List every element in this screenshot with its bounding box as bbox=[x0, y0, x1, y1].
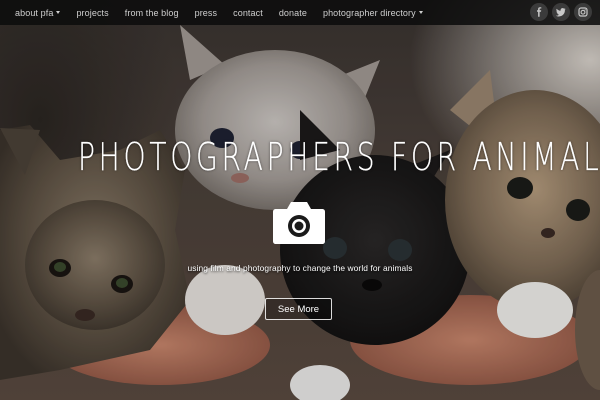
hero-tagline: using film and photography to change the… bbox=[187, 263, 413, 273]
social-links bbox=[526, 3, 592, 21]
facebook-icon[interactable] bbox=[530, 3, 548, 21]
nav-item-press[interactable]: press bbox=[195, 8, 218, 18]
nav-item-label: press bbox=[194, 7, 218, 18]
nav-item-donate[interactable]: donate bbox=[279, 8, 307, 18]
nav-item-label: photographer directory bbox=[322, 7, 416, 18]
nav-item-label: projects bbox=[76, 7, 109, 18]
nav-item-label: donate bbox=[278, 7, 307, 18]
twitter-icon[interactable] bbox=[552, 3, 570, 21]
camera-icon bbox=[272, 199, 326, 245]
nav-item-label: from the blog bbox=[124, 7, 179, 18]
caret-down-icon bbox=[56, 11, 61, 14]
nav-item-about-pfa[interactable]: about pfa bbox=[15, 7, 61, 18]
nav-item-label: about pfa bbox=[15, 7, 54, 18]
instagram-icon[interactable] bbox=[574, 3, 592, 21]
nav-item-label: contact bbox=[233, 7, 263, 18]
nav-item-contact[interactable]: contact bbox=[233, 8, 263, 18]
nav-item-from-the-blog[interactable]: from the blog bbox=[125, 8, 179, 18]
nav-item-photographer-directory[interactable]: photographer directory bbox=[323, 8, 423, 18]
see-more-button[interactable]: See More bbox=[265, 298, 332, 320]
nav-item-projects[interactable]: projects bbox=[76, 8, 108, 18]
nav-menu: about pfa projects from the blog press c… bbox=[0, 8, 439, 18]
top-navbar: about pfa projects from the blog press c… bbox=[0, 0, 600, 25]
site-title: PHOTOGRAPHERS FOR ANIMALS bbox=[78, 135, 600, 179]
caret-down-icon bbox=[418, 11, 423, 14]
